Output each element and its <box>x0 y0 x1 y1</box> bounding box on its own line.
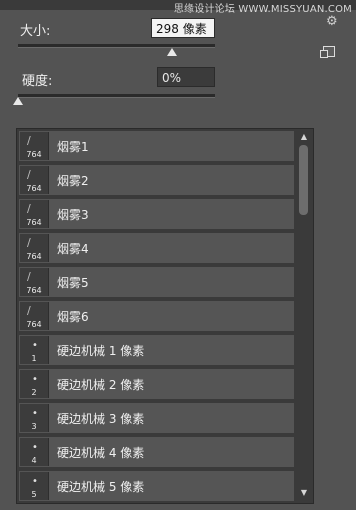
arrow-up-icon[interactable]: ▲ <box>297 131 311 143</box>
brush-preset-row[interactable]: ∕ 764 烟雾1 <box>18 130 295 162</box>
brush-size-number: 4 <box>31 456 37 465</box>
brush-size-number: 764 <box>26 184 42 193</box>
brush-stroke-icon: ∕ <box>27 304 31 317</box>
scrollbar[interactable]: ▲ ▼ <box>297 129 311 501</box>
brush-name: 烟雾1 <box>57 140 89 154</box>
brush-stroke-icon: ∕ <box>27 270 31 283</box>
brush-name: 烟雾4 <box>57 242 89 256</box>
brush-size-number: 2 <box>31 388 37 397</box>
brush-preset-row[interactable]: • 5 硬边机械 5 像素 <box>18 470 295 502</box>
brush-preset-row[interactable]: • 3 硬边机械 3 像素 <box>18 402 295 434</box>
brush-name: 烟雾6 <box>57 310 89 324</box>
brush-size-number: 3 <box>31 422 37 431</box>
brush-preset-row[interactable]: ∕ 764 烟雾4 <box>18 232 295 264</box>
brush-dot-icon: • <box>32 408 38 419</box>
brush-size-number: 1 <box>31 354 37 363</box>
brush-thumbnail: • 1 <box>20 336 49 364</box>
brush-name: 硬边机械 1 像素 <box>57 344 145 358</box>
brush-size-number: 764 <box>26 150 42 159</box>
brush-preset-row[interactable]: ∕ 764 烟雾2 <box>18 164 295 196</box>
size-slider-thumb[interactable] <box>166 48 177 56</box>
brush-size-number: 764 <box>26 218 42 227</box>
size-slider-track[interactable] <box>18 44 215 48</box>
brush-size-number: 5 <box>31 490 37 499</box>
brush-thumbnail: ∕ 764 <box>20 132 49 160</box>
brush-preset-row[interactable]: • 2 硬边机械 2 像素 <box>18 368 295 400</box>
brush-preset-row[interactable]: ∕ 764 烟雾5 <box>18 266 295 298</box>
brush-thumbnail: ∕ 764 <box>20 302 49 330</box>
brush-thumbnail: ∕ 764 <box>20 234 49 262</box>
brush-name: 烟雾5 <box>57 276 89 290</box>
brush-name: 硬边机械 3 像素 <box>57 412 145 426</box>
brush-stroke-icon: ∕ <box>27 168 31 181</box>
brush-stroke-icon: ∕ <box>27 236 31 249</box>
watermark: 思缘设计论坛 WWW.MISSYUAN.COM <box>173 4 352 15</box>
brush-thumbnail: • 5 <box>20 472 49 500</box>
brush-dot-icon: • <box>32 442 38 453</box>
brush-size-number: 764 <box>26 320 42 329</box>
brush-preset-row[interactable]: ∕ 764 烟雾6 <box>18 300 295 332</box>
brush-name: 硬边机械 4 像素 <box>57 446 145 460</box>
brush-dot-icon: • <box>32 340 38 351</box>
brush-name: 硬边机械 5 像素 <box>57 480 145 494</box>
size-label: 大小: <box>20 24 51 39</box>
brush-thumbnail: ∕ 764 <box>20 268 49 296</box>
hardness-slider-track[interactable] <box>18 94 215 98</box>
scrollbar-thumb[interactable] <box>299 145 308 215</box>
brush-stroke-icon: ∕ <box>27 202 31 215</box>
brush-preset-row[interactable]: • 4 硬边机械 4 像素 <box>18 436 295 468</box>
brush-name: 硬边机械 2 像素 <box>57 378 145 392</box>
brush-thumbnail: • 4 <box>20 438 49 466</box>
size-input[interactable]: 298 像素 <box>151 18 215 38</box>
brush-dot-icon: • <box>32 476 38 487</box>
new-preset-icon[interactable] <box>320 46 335 58</box>
brush-size-number: 764 <box>26 286 42 295</box>
hardness-slider-thumb[interactable] <box>13 97 23 105</box>
brush-thumbnail: ∕ 764 <box>20 166 49 194</box>
arrow-down-icon[interactable]: ▼ <box>297 487 311 499</box>
brush-thumbnail: • 2 <box>20 370 49 398</box>
brush-preset-list[interactable]: ∕ 764 烟雾1 ∕ 764 烟雾2 ∕ 764 烟雾3 ∕ 764 烟雾4 ∕ 764 烟雾5 ∕ 764 烟… <box>16 128 314 504</box>
brush-preset-row[interactable]: ∕ 764 烟雾3 <box>18 198 295 230</box>
brush-preset-row[interactable]: • 1 硬边机械 1 像素 <box>18 334 295 366</box>
brush-size-number: 764 <box>26 252 42 261</box>
gear-icon[interactable]: ⚙ <box>326 14 338 29</box>
hardness-label: 硬度: <box>22 74 53 89</box>
brush-dot-icon: • <box>32 374 38 385</box>
brush-thumbnail: • 3 <box>20 404 49 432</box>
brush-name: 烟雾2 <box>57 174 89 188</box>
brush-stroke-icon: ∕ <box>27 134 31 147</box>
brush-name: 烟雾3 <box>57 208 89 222</box>
hardness-input[interactable]: 0% <box>157 67 215 87</box>
brush-thumbnail: ∕ 764 <box>20 200 49 228</box>
